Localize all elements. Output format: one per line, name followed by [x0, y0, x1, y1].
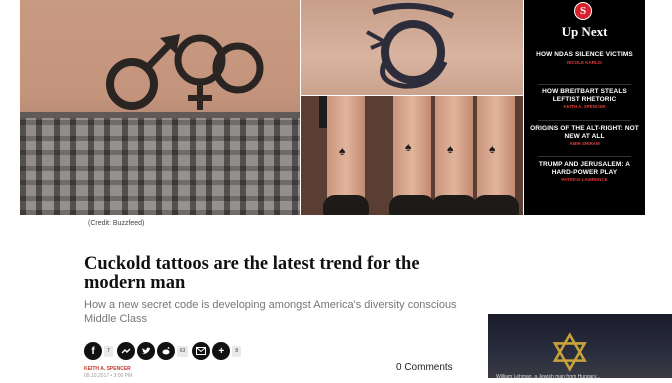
- share-bar: f 7 63 + 8: [84, 342, 245, 360]
- reddit-icon[interactable]: [156, 342, 175, 360]
- up-next-title[interactable]: HOW BREITBART STEALS LEFTIST RHETORIC: [528, 88, 641, 103]
- salon-logo-icon[interactable]: S: [574, 2, 592, 20]
- up-next-title[interactable]: TRUMP AND JERUSALEM: A HARD-POWER PLAY: [528, 161, 641, 176]
- messenger-icon[interactable]: [116, 342, 135, 360]
- up-next-author: KEITH A. SPENCER: [563, 104, 606, 109]
- spade-icon: ♠: [447, 142, 454, 156]
- shoe: [431, 195, 477, 215]
- up-next-item[interactable]: HOW BREITBART STEALS LEFTIST RHETORIC KE…: [528, 88, 641, 109]
- reddit-share-count: 63: [176, 345, 189, 357]
- article-headline: Cuckold tattoos are the latest trend for…: [84, 254, 420, 293]
- up-next-item[interactable]: ORIGINS OF THE ALT-RIGHT: NOT NEW AT ALL…: [528, 125, 641, 146]
- tattoo-photo-waist: [20, 0, 300, 215]
- up-next-author: NICOLE KARLIS: [566, 59, 602, 65]
- facebook-share-count: 7: [104, 345, 113, 357]
- up-next-item[interactable]: HOW NDAS SILENCE VICTIMS NICOLE KARLIS: [528, 51, 641, 65]
- tattoo-photo-ankles: ♠ ♠ ♠ ♠: [301, 96, 523, 215]
- divider: [538, 156, 631, 157]
- up-next-title[interactable]: ORIGINS OF THE ALT-RIGHT: NOT NEW AT ALL: [528, 125, 641, 140]
- photo-credit: (Credit: Buzzfeed): [88, 220, 145, 227]
- shoe: [473, 195, 519, 215]
- spade-icon: ♠: [489, 142, 496, 156]
- up-next-item[interactable]: TRUMP AND JERUSALEM: A HARD-POWER PLAY P…: [528, 161, 641, 182]
- more-share-count: 8: [232, 345, 242, 357]
- plus-icon[interactable]: +: [212, 342, 231, 360]
- shoe: [389, 195, 435, 215]
- tattoo-photo-symbol: [301, 0, 523, 95]
- facebook-icon[interactable]: f: [84, 342, 102, 360]
- related-thumbnail[interactable]: ✡ William Lehman, a Jewish man from Hung…: [488, 314, 672, 383]
- up-next-author: PATRICK LAWRENCE: [561, 177, 608, 182]
- shoe: [323, 195, 369, 215]
- up-next-panel: S Up Next HOW NDAS SILENCE VICTIMS NICOL…: [524, 0, 645, 215]
- twitter-icon[interactable]: [136, 342, 155, 360]
- spade-icon: ♠: [339, 144, 346, 158]
- divider: [538, 120, 631, 121]
- article-subhead: How a new secret code is developing amon…: [84, 299, 457, 325]
- gender-symbols-tattoo: [106, 34, 264, 110]
- article-author[interactable]: KEITH A. SPENCER: [84, 366, 131, 372]
- divider: [538, 84, 631, 85]
- comments-link[interactable]: 0 Comments: [396, 362, 453, 373]
- thumbnail-caption[interactable]: William Lehman, a Jewish man from Hungar…: [496, 374, 600, 380]
- email-icon[interactable]: [192, 342, 211, 360]
- article-date: 09.10.2017 • 3:00 PM: [84, 373, 133, 379]
- plaid-shorts: [20, 118, 300, 215]
- up-next-title[interactable]: HOW NDAS SILENCE VICTIMS: [528, 51, 641, 59]
- up-next-author: AMIR SHIRAM: [569, 141, 600, 146]
- up-next-heading: Up Next: [561, 24, 608, 39]
- star-of-david-icon: ✡: [548, 325, 592, 383]
- spade-icon: ♠: [405, 140, 412, 154]
- cuckold-symbol-tattoo: [366, 2, 455, 89]
